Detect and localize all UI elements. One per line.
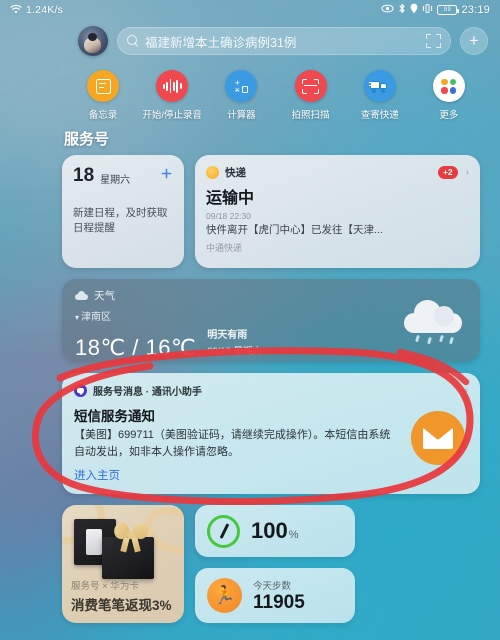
battery-level: 89 xyxy=(443,7,451,13)
express-card[interactable]: 快递 +2 › 运输中 09/18 22:30 快件离开【虎门中心】已发往【天津… xyxy=(195,155,480,268)
search-icon xyxy=(127,35,139,47)
steps-card[interactable]: 🏃 今天步数 11905 xyxy=(195,568,355,623)
ring-value-group: 100% xyxy=(251,517,299,543)
gift-bow-decoration xyxy=(111,520,151,553)
location-icon xyxy=(410,3,418,17)
wifi-icon xyxy=(10,4,22,17)
express-app-icon xyxy=(206,166,219,179)
ring-value: 100 xyxy=(251,517,288,543)
status-bar-left: 1.24K/s xyxy=(10,4,63,17)
promo-subtitle: 服务号 × 华为卡 xyxy=(71,581,139,592)
section-title: 服务号 xyxy=(64,131,110,148)
express-carrier: 中通快递 xyxy=(206,242,243,253)
avatar[interactable] xyxy=(78,26,108,56)
envelope-icon xyxy=(411,411,465,465)
top-cards-row: 18 星期六 新建日程，及时获取日程提醒 快递 +2 › 运输中 09/18 2… xyxy=(62,155,480,268)
quick-action-label: 更多 xyxy=(439,110,459,121)
add-button[interactable]: + xyxy=(460,27,488,55)
message-bubble-icon xyxy=(74,384,87,397)
calendar-day: 18 xyxy=(73,165,95,186)
quick-action-more[interactable]: 更多 xyxy=(418,70,480,121)
express-time: 09/18 22:30 xyxy=(206,211,251,221)
sms-notification-card[interactable]: 服务号消息 · 通讯小助手 › 短信服务通知 【美图】699711（美图验证码，… xyxy=(62,373,480,494)
weather-forecast: 明天有雨 xyxy=(207,330,248,341)
express-status: 运输中 xyxy=(206,190,255,207)
sms-card-header: 服务号消息 · 通讯小助手 › xyxy=(74,383,468,398)
sms-body: 【美图】699711（美图验证码，请继续完成操作）。本短信由系统自动发出，如非本… xyxy=(74,429,391,458)
weather-app-name: 天气 xyxy=(94,290,115,302)
content-area: 服务号 18 星期六 新建日程，及时获取日程提醒 快递 +2 › 运输中 09/… xyxy=(0,125,500,623)
calendar-card-header: 18 星期六 xyxy=(73,166,173,186)
sms-home-link[interactable]: 进入主页 xyxy=(74,467,468,483)
chevron-right-icon[interactable]: › xyxy=(465,385,468,396)
recorder-icon xyxy=(156,70,189,102)
weather-date: 09/18 星期六 xyxy=(207,346,263,357)
weather-temperature: 18℃ / 16℃ xyxy=(75,334,197,360)
battery-icon: 89 xyxy=(437,5,460,15)
more-dots-icon xyxy=(432,70,465,102)
search-input[interactable]: 福建新增本土确诊病例31例 xyxy=(117,27,451,55)
steps-text-group: 今天步数 11905 xyxy=(253,578,305,614)
network-speed: 1.24K/s xyxy=(26,4,64,16)
calendar-weekday: 星期六 xyxy=(100,175,131,186)
quick-action-scan[interactable]: 拍照扫描 xyxy=(280,70,342,121)
bottom-cards-row: 服务号 × 华为卡 消费笔笔返现3% 100% 🏃 今天步数 11905 xyxy=(62,505,480,623)
calendar-description: 新建日程，及时获取日程提醒 xyxy=(73,207,168,235)
scan-icon xyxy=(294,70,327,102)
calendar-card[interactable]: 18 星期六 新建日程，及时获取日程提醒 xyxy=(62,155,184,268)
notes-icon xyxy=(87,70,119,102)
sms-source: 服务号消息 · 通讯小助手 xyxy=(93,387,202,398)
calculator-icon: + − × xyxy=(225,70,258,102)
scan-code-icon[interactable] xyxy=(426,34,441,48)
vibrate-icon xyxy=(422,3,433,17)
running-person-icon: 🏃 xyxy=(207,578,242,613)
rain-cloud-icon xyxy=(404,299,464,345)
calendar-add-icon[interactable] xyxy=(160,167,173,180)
search-query-text: 福建新增本土确诊病例31例 xyxy=(145,35,297,50)
weather-card[interactable]: 天气 ▾ 津南区 18℃ / 16℃ 明天有雨 09/18 星期六 xyxy=(62,279,480,362)
status-bar: 1.24K/s 89 23:19 xyxy=(0,0,500,20)
quick-action-delivery[interactable]: 查寄快递 xyxy=(349,70,411,121)
sms-title: 短信服务通知 xyxy=(74,409,155,424)
weather-location-text: 津南区 xyxy=(81,312,112,323)
express-app-name: 快递 xyxy=(225,167,246,179)
quick-action-recorder[interactable]: 开始/停止录音 xyxy=(141,70,203,121)
status-bar-right: 89 23:19 xyxy=(381,3,490,17)
quick-actions-row: 备忘录 开始/停止录音 + − × 计算器 拍照扫描 查寄快递 更多 xyxy=(0,64,500,125)
quick-action-label: 计算器 xyxy=(227,110,256,121)
delivery-truck-icon xyxy=(363,70,396,102)
bluetooth-icon xyxy=(398,3,406,17)
quick-action-label: 拍照扫描 xyxy=(291,110,330,121)
quick-action-label: 查寄快递 xyxy=(360,110,399,121)
express-card-header: 快递 +2 › xyxy=(206,165,469,180)
quick-action-notes[interactable]: 备忘录 xyxy=(72,70,134,121)
steps-label: 今天步数 xyxy=(253,580,292,592)
quick-action-label: 备忘录 xyxy=(88,110,118,121)
caret-down-icon: ▾ xyxy=(75,313,80,322)
clock: 23:19 xyxy=(461,4,490,16)
quick-action-calculator[interactable]: + − × 计算器 xyxy=(210,70,272,121)
weather-side: 明天有雨 09/18 星期六 xyxy=(207,326,262,360)
chevron-right-icon[interactable]: › xyxy=(466,167,469,178)
quick-action-label: 开始/停止录音 xyxy=(142,110,202,121)
express-detail: 快件离开【虎门中心】已发往【天津... xyxy=(206,224,383,236)
promo-title: 消费笔笔返现3% xyxy=(71,598,172,613)
eye-icon xyxy=(381,4,395,16)
cloud-icon xyxy=(75,291,88,300)
ring-progress-card[interactable]: 100% xyxy=(195,505,355,557)
promo-card[interactable]: 服务号 × 华为卡 消费笔笔返现3% xyxy=(62,505,184,623)
ring-unit: % xyxy=(288,528,299,541)
express-badge: +2 xyxy=(437,165,458,180)
steps-value: 11905 xyxy=(253,591,305,613)
progress-ring-icon xyxy=(207,514,240,548)
right-cards-column: 100% 🏃 今天步数 11905 xyxy=(195,505,480,623)
search-row: 福建新增本土确诊病例31例 + xyxy=(0,20,500,64)
